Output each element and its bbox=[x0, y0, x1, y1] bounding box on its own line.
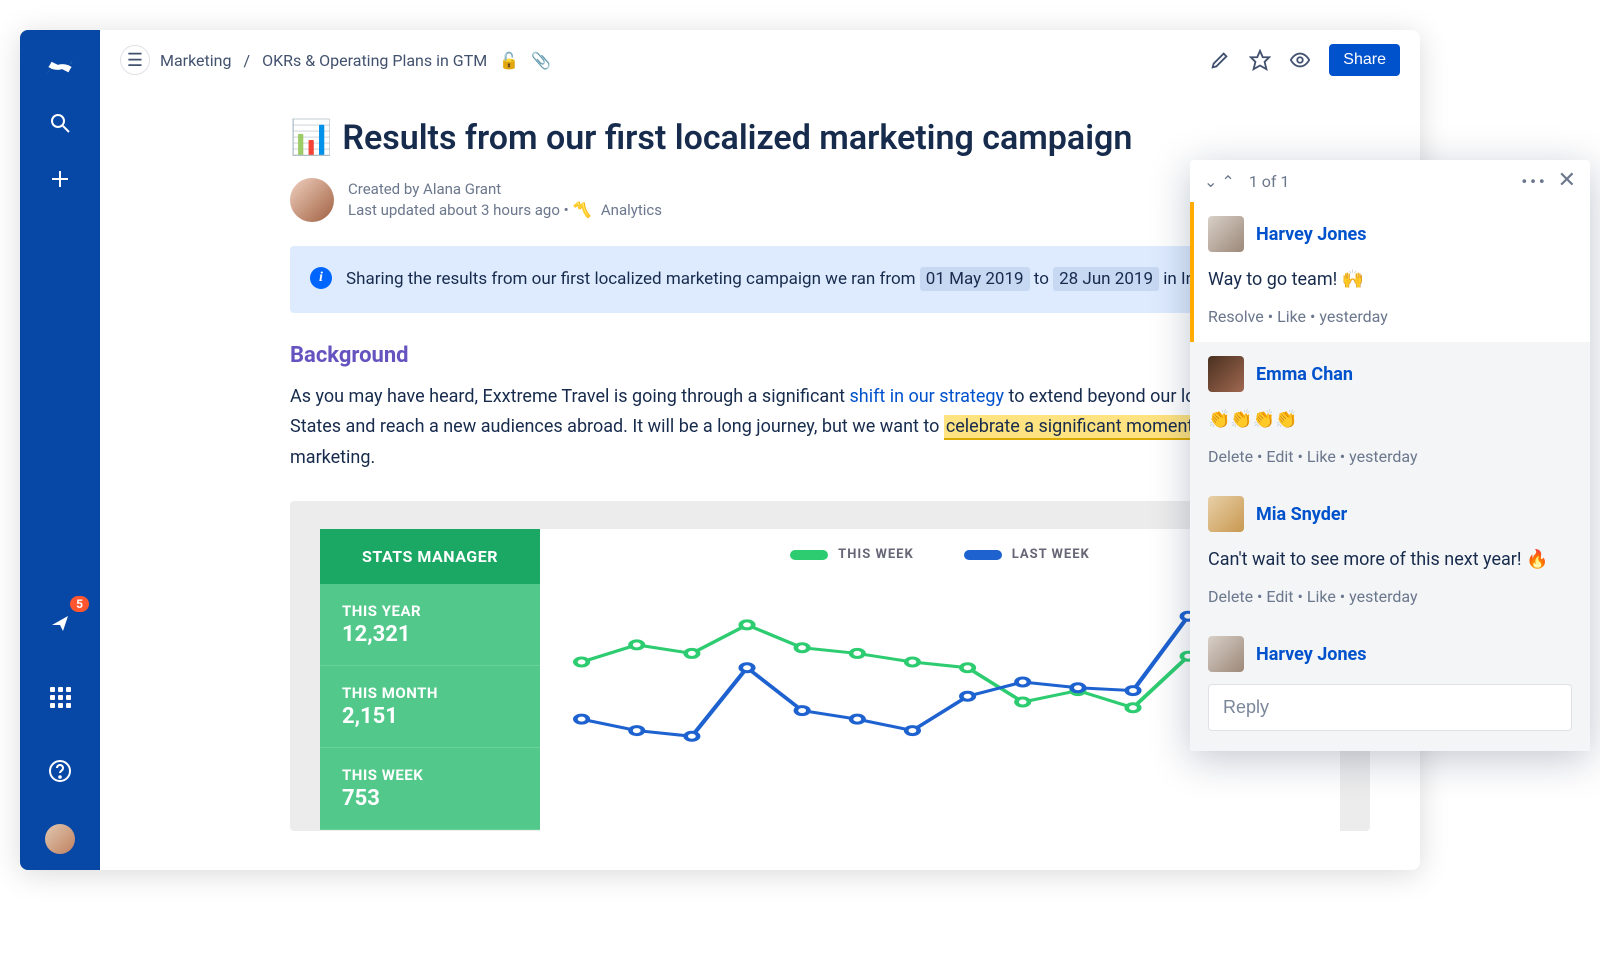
apps-icon[interactable] bbox=[39, 676, 81, 718]
author-avatar[interactable] bbox=[290, 178, 334, 222]
notifications-icon[interactable]: 5 bbox=[39, 602, 81, 644]
date-chip: 28 Jun 2019 bbox=[1053, 267, 1159, 291]
analytics-icon: 〽️ bbox=[572, 201, 591, 219]
create-icon[interactable] bbox=[39, 158, 81, 200]
comment-action[interactable]: Edit bbox=[1266, 587, 1293, 606]
comment-more-icon[interactable]: ••• bbox=[1521, 172, 1547, 191]
comment-prev-icon[interactable]: ⌃ bbox=[1221, 172, 1234, 191]
comment-action: yesterday bbox=[1349, 447, 1417, 466]
analytics-link[interactable]: Analytics bbox=[601, 201, 662, 219]
breadcrumb-page[interactable]: OKRs & Operating Plans in GTM bbox=[262, 51, 487, 70]
reply-box: Harvey Jones bbox=[1190, 622, 1590, 751]
comment-next-icon[interactable]: ⌄ bbox=[1204, 172, 1217, 191]
watch-icon[interactable] bbox=[1289, 49, 1311, 71]
restrictions-icon[interactable]: 🔓 bbox=[499, 51, 519, 70]
comment: Harvey Jones Way to go team! 🙌 Resolve •… bbox=[1190, 202, 1590, 342]
comment-actions: Delete • Edit • Like • yesterday bbox=[1208, 587, 1572, 606]
comment-avatar[interactable] bbox=[1208, 496, 1244, 532]
reply-author[interactable]: Harvey Jones bbox=[1256, 644, 1367, 665]
comment-author[interactable]: Emma Chan bbox=[1256, 364, 1353, 385]
comment-author[interactable]: Mia Snyder bbox=[1256, 504, 1347, 525]
date-chip: 01 May 2019 bbox=[920, 267, 1030, 291]
comments-panel: ⌄ ⌃ 1 of 1 ••• ✕ Harvey Jones Way to go … bbox=[1190, 160, 1590, 751]
comments-header: ⌄ ⌃ 1 of 1 ••• ✕ bbox=[1190, 160, 1590, 202]
confluence-logo-icon[interactable] bbox=[39, 46, 81, 88]
stat-year: THIS YEAR 12,321 bbox=[320, 584, 540, 666]
strategy-link[interactable]: shift in our strategy bbox=[850, 386, 1005, 407]
attachments-icon[interactable]: 📎 bbox=[531, 51, 551, 70]
stat-month: THIS MONTH 2,151 bbox=[320, 666, 540, 748]
notification-badge: 5 bbox=[70, 596, 89, 612]
comment-counter: 1 of 1 bbox=[1249, 172, 1290, 191]
share-button[interactable]: Share bbox=[1329, 44, 1400, 76]
page-title: 📊 Results from our first localized marke… bbox=[290, 118, 1370, 158]
stats-title: STATS MANAGER bbox=[320, 529, 540, 584]
info-icon: i bbox=[310, 267, 332, 289]
author-name[interactable]: Alana Grant bbox=[423, 180, 501, 198]
stat-week: THIS WEEK 753 bbox=[320, 748, 540, 830]
comment-action[interactable]: Edit bbox=[1266, 447, 1293, 466]
comment-body: Can't wait to see more of this next year… bbox=[1208, 546, 1572, 573]
comment-action[interactable]: Delete bbox=[1208, 447, 1253, 466]
breadcrumb-space[interactable]: Marketing bbox=[160, 51, 231, 70]
comment-action[interactable]: Delete bbox=[1208, 587, 1253, 606]
title-emoji: 📊 bbox=[290, 118, 332, 158]
comment-highlight[interactable]: celebrate a significant moment bbox=[944, 415, 1195, 440]
comment-avatar[interactable] bbox=[1208, 216, 1244, 252]
comment: Mia Snyder Can't wait to see more of thi… bbox=[1190, 482, 1590, 622]
close-icon[interactable]: ✕ bbox=[1558, 170, 1576, 192]
breadcrumb: Marketing / OKRs & Operating Plans in GT… bbox=[160, 51, 551, 70]
comment-action[interactable]: Like bbox=[1277, 307, 1306, 326]
comment: Emma Chan 👏👏👏👏 Delete • Edit • Like • ye… bbox=[1190, 342, 1590, 482]
star-icon[interactable] bbox=[1249, 49, 1271, 71]
comment-body: 👏👏👏👏 bbox=[1208, 406, 1572, 433]
global-nav: 5 bbox=[20, 30, 100, 870]
profile-avatar[interactable] bbox=[45, 824, 75, 854]
edit-icon[interactable] bbox=[1209, 49, 1231, 71]
search-icon[interactable] bbox=[39, 102, 81, 144]
comment-action[interactable]: Like bbox=[1307, 587, 1336, 606]
comment-action: yesterday bbox=[1349, 587, 1417, 606]
comment-body: Way to go team! 🙌 bbox=[1208, 266, 1572, 293]
comment-action: yesterday bbox=[1319, 307, 1387, 326]
comment-action[interactable]: Like bbox=[1307, 447, 1336, 466]
comment-actions: Resolve • Like • yesterday bbox=[1208, 307, 1572, 326]
sidebar-toggle-icon[interactable]: ☰ bbox=[120, 45, 150, 75]
reply-avatar[interactable] bbox=[1208, 636, 1244, 672]
comment-avatar[interactable] bbox=[1208, 356, 1244, 392]
comment-actions: Delete • Edit • Like • yesterday bbox=[1208, 447, 1572, 466]
help-icon[interactable] bbox=[39, 750, 81, 792]
comment-action[interactable]: Resolve bbox=[1208, 307, 1264, 326]
reply-input[interactable] bbox=[1208, 684, 1572, 731]
comment-author[interactable]: Harvey Jones bbox=[1256, 224, 1367, 245]
topbar: ☰ Marketing / OKRs & Operating Plans in … bbox=[100, 30, 1420, 90]
